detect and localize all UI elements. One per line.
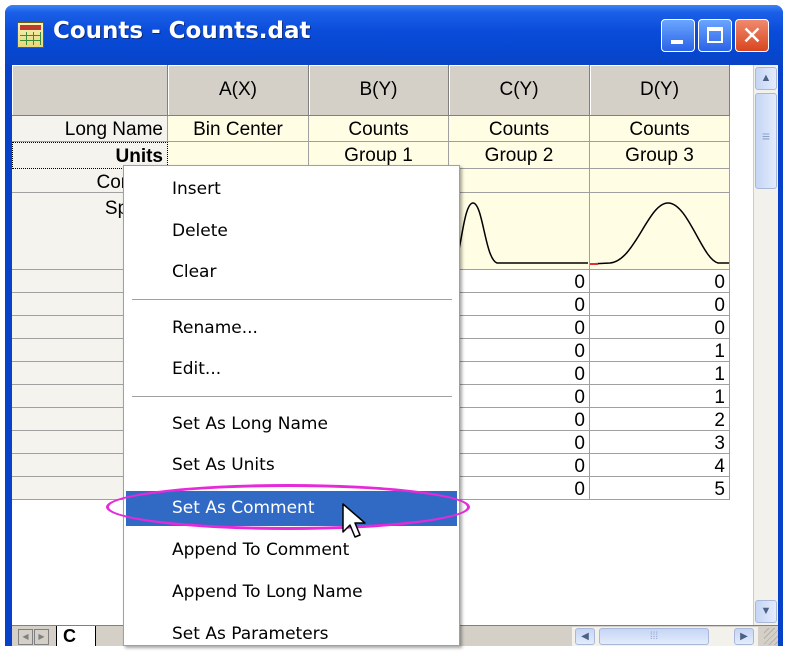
data-cell[interactable]: 0 bbox=[449, 385, 590, 408]
menu-item-set-as-comment[interactable]: Set As Comment bbox=[126, 491, 457, 526]
data-cell[interactable]: 0 bbox=[590, 270, 730, 293]
long-name-b[interactable]: Counts bbox=[309, 116, 449, 142]
resize-grip-icon[interactable] bbox=[764, 628, 778, 645]
vertical-scrollbar[interactable]: ▲ ▼ bbox=[753, 65, 778, 625]
data-cell[interactable]: 0 bbox=[449, 339, 590, 362]
scroll-right-icon[interactable]: ▶ bbox=[734, 628, 754, 645]
data-cell[interactable]: 1 bbox=[590, 385, 730, 408]
menu-item-append-to-comment[interactable]: Append To Comment bbox=[126, 533, 457, 568]
sheet-tab[interactable]: C bbox=[56, 626, 96, 646]
sheet-prev-icon[interactable]: ◀ bbox=[18, 629, 33, 645]
row-label-long-name[interactable]: Long Name bbox=[12, 116, 168, 142]
comment-c[interactable] bbox=[449, 169, 590, 193]
units-c[interactable]: Group 2 bbox=[449, 142, 590, 169]
menu-item-set-as-parameters[interactable]: Set As Parameters bbox=[126, 617, 457, 652]
data-cell[interactable]: 0 bbox=[590, 293, 730, 316]
close-button[interactable]: ✕ bbox=[735, 19, 769, 52]
data-cell[interactable]: 3 bbox=[590, 431, 730, 454]
scroll-up-icon[interactable]: ▲ bbox=[755, 67, 777, 90]
data-cell[interactable]: 1 bbox=[590, 339, 730, 362]
data-cell[interactable]: 0 bbox=[449, 408, 590, 431]
units-d[interactable]: Group 3 bbox=[590, 142, 730, 169]
comment-d[interactable] bbox=[590, 169, 730, 193]
window-title: Counts - Counts.dat bbox=[53, 18, 311, 44]
data-cell[interactable]: 0 bbox=[449, 362, 590, 385]
data-cell[interactable]: 0 bbox=[449, 477, 590, 500]
column-header-c[interactable]: C(Y) bbox=[449, 65, 590, 116]
scroll-down-icon[interactable]: ▼ bbox=[755, 600, 777, 623]
horizontal-scrollbar[interactable]: ◀ ⁞⁞⁞ ▶ bbox=[572, 627, 758, 646]
worksheet-icon bbox=[17, 22, 44, 48]
data-cell[interactable]: 5 bbox=[590, 477, 730, 500]
menu-item-append-to-long-name[interactable]: Append To Long Name bbox=[126, 575, 457, 610]
sheet-next-icon[interactable]: ▶ bbox=[34, 629, 49, 645]
sparkline-c-curve bbox=[449, 202, 588, 264]
long-name-d[interactable]: Counts bbox=[590, 116, 730, 142]
data-cell[interactable]: 4 bbox=[590, 454, 730, 477]
mouse-pointer-icon bbox=[342, 503, 366, 538]
column-header-b[interactable]: B(Y) bbox=[309, 65, 449, 116]
title-bar[interactable]: Counts - Counts.dat ✕ bbox=[5, 5, 783, 65]
menu-item-insert[interactable]: Insert bbox=[126, 172, 457, 207]
sparkline-c[interactable] bbox=[449, 193, 590, 270]
minimize-button[interactable] bbox=[661, 19, 695, 52]
menu-separator bbox=[132, 299, 452, 300]
menu-item-set-as-long-name[interactable]: Set As Long Name bbox=[126, 407, 457, 442]
data-cell[interactable]: 0 bbox=[449, 270, 590, 293]
vertical-scroll-thumb[interactable] bbox=[755, 93, 777, 189]
column-header-d[interactable]: D(Y) bbox=[590, 65, 730, 116]
data-cell[interactable]: 0 bbox=[449, 316, 590, 339]
minimize-icon bbox=[671, 40, 683, 44]
close-icon: ✕ bbox=[741, 21, 763, 50]
data-cell[interactable]: 0 bbox=[449, 454, 590, 477]
data-cell[interactable]: 0 bbox=[590, 316, 730, 339]
scroll-left-icon[interactable]: ◀ bbox=[575, 628, 595, 645]
menu-item-rename[interactable]: Rename... bbox=[126, 311, 457, 346]
maximize-button[interactable] bbox=[698, 19, 732, 52]
sparkline-d-curve bbox=[590, 202, 729, 265]
menu-item-delete[interactable]: Delete bbox=[126, 214, 457, 249]
menu-item-edit[interactable]: Edit... bbox=[126, 352, 457, 387]
data-cell[interactable]: 2 bbox=[590, 408, 730, 431]
maximize-icon bbox=[707, 27, 723, 43]
sparkline-d[interactable] bbox=[590, 193, 730, 270]
data-cell[interactable]: 0 bbox=[449, 431, 590, 454]
corner-cell[interactable] bbox=[12, 65, 168, 116]
menu-item-clear[interactable]: Clear bbox=[126, 255, 457, 290]
data-cell[interactable]: 0 bbox=[449, 293, 590, 316]
grid-right-blank bbox=[730, 65, 753, 625]
horizontal-scroll-thumb[interactable]: ⁞⁞⁞ bbox=[599, 628, 709, 645]
column-header-a[interactable]: A(X) bbox=[168, 65, 309, 116]
menu-item-set-as-units[interactable]: Set As Units bbox=[126, 448, 457, 483]
context-menu: Insert Delete Clear Rename... Edit... Se… bbox=[123, 165, 460, 646]
long-name-c[interactable]: Counts bbox=[449, 116, 590, 142]
long-name-a[interactable]: Bin Center bbox=[168, 116, 309, 142]
menu-separator bbox=[132, 396, 452, 397]
data-cell[interactable]: 1 bbox=[590, 362, 730, 385]
